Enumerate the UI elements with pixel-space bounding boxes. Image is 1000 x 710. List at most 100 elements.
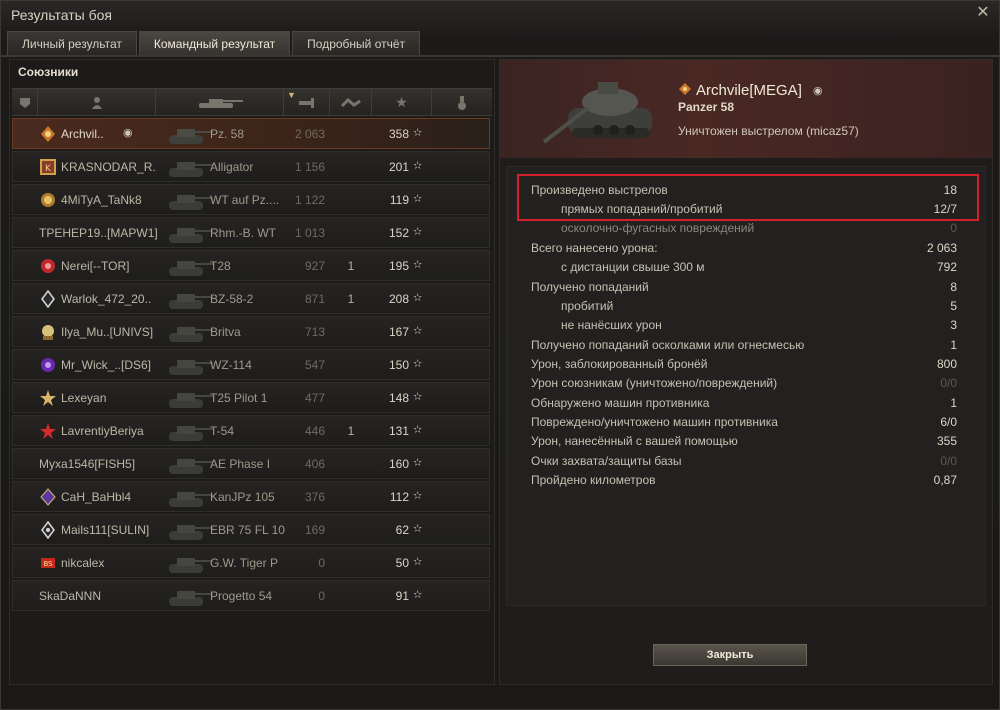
close-icon[interactable]: ✕ xyxy=(975,5,991,21)
sort-squad-column[interactable] xyxy=(12,89,38,116)
shield-icon xyxy=(19,97,30,108)
stat-value: 355 xyxy=(936,434,957,448)
tank-name: Progetto 54 xyxy=(210,589,273,603)
ally-row[interactable]: Myxa1546[FISH5] AE Phase I 406 160 ✫ xyxy=(12,448,490,479)
sort-player-column[interactable] xyxy=(38,89,156,116)
ally-row[interactable]: Mails111[SULIN] EBR 75 FL 10 169 62 ✫ xyxy=(12,514,490,545)
ally-row[interactable]: Lexeyan T25 Pilot 1 477 148 ✫ xyxy=(12,382,490,413)
player-name: Ilya_Mu..[UNIVS] xyxy=(61,325,154,339)
player-name: LavrentiyBeriya xyxy=(61,424,144,438)
eye-icon: ◉ xyxy=(813,85,823,97)
stats-list: Произведено выстрелов 18 прямых попадани… xyxy=(506,166,986,606)
ally-row[interactable]: 4MiTyA_TaNk8 WT auf Pz.... 1 122 119 ✫ xyxy=(12,184,490,215)
stat-label: Пройдено километров xyxy=(531,473,656,487)
stat-label: Очки захвата/защиты базы xyxy=(531,454,682,468)
clan-badge-icon xyxy=(41,126,55,142)
ally-row[interactable]: Archvil.. ◉ Pz. 58 2 063 358 ✫ xyxy=(12,118,490,149)
xp-value: 167 xyxy=(388,325,409,339)
stat-label: прямых попаданий/пробитий xyxy=(561,202,723,216)
stat-blocked-damage: Урон, заблокированный бронёй 800 xyxy=(531,355,957,374)
stat-total-damage: Всего нанесено урона: 2 063 xyxy=(531,239,957,258)
player-name: Mails111[SULIN] xyxy=(61,523,150,537)
damage-value: 169 xyxy=(304,523,325,537)
stat-label: Получено попаданий xyxy=(531,280,649,294)
ally-row[interactable]: Nerei[--TOR] T28 927 1 195 ✫ xyxy=(12,250,490,281)
ally-row[interactable]: SkaDaNNN Progetto 54 0 91 ✫ xyxy=(12,580,490,611)
xp-value: 160 xyxy=(388,457,409,471)
medal-icon xyxy=(458,95,466,110)
player-name: CaH_BaHbl4 xyxy=(61,490,132,504)
stat-value: 792 xyxy=(936,260,957,274)
ally-row[interactable]: Mr_Wick_..[DS6] WZ-114 547 150 ✫ xyxy=(12,349,490,380)
window-title: Результаты боя xyxy=(11,7,113,23)
tank-thumbnail xyxy=(169,129,213,144)
stat-he-damage: осколочно-фугасных повреждений 0 xyxy=(531,219,957,238)
sort-kills-column[interactable] xyxy=(330,89,372,116)
tank-thumbnail xyxy=(169,162,213,177)
sort-xp-column[interactable]: ★ xyxy=(372,89,432,116)
tank-name: WZ-114 xyxy=(210,358,252,372)
xp-value: 150 xyxy=(388,358,409,372)
player-name: nikcalex xyxy=(61,556,105,570)
clan-badge-icon xyxy=(41,521,55,539)
tank-name: T28 xyxy=(210,259,231,273)
ally-row[interactable]: LavrentiyBeriya T-54 446 1 131 ✫ xyxy=(12,415,490,446)
destroyed-tank-icon xyxy=(340,97,361,107)
tank-thumbnail xyxy=(169,195,213,210)
damage-value: 547 xyxy=(304,358,325,372)
kills-value: 1 xyxy=(347,292,355,306)
sort-medal-column[interactable] xyxy=(432,89,492,116)
stat-hits-received: Получено попаданий 8 xyxy=(531,278,957,297)
stat-value: 8 xyxy=(950,280,957,294)
damage-value: 871 xyxy=(304,292,325,306)
xp-value: 112 xyxy=(389,490,409,504)
stat-label: Урон, заблокированный бронёй xyxy=(531,357,708,371)
clan-badge-icon xyxy=(41,290,55,308)
damage-value: 1 156 xyxy=(294,160,325,174)
tank-name: T-54 xyxy=(210,424,235,438)
tab-detailed-report[interactable]: Подробный отчёт xyxy=(292,31,421,55)
clan-badge-icon xyxy=(40,390,56,406)
tank-name: KanJPz 105 xyxy=(210,490,275,504)
tank-thumbnail xyxy=(169,558,213,573)
ally-row[interactable]: K KRASNODAR_R.. Alligator 1 156 201 ✫ xyxy=(12,151,490,182)
tab-team-result[interactable]: Командный результат xyxy=(138,31,291,55)
stat-no-damage-hits: не нанёсших урон 3 xyxy=(531,316,957,335)
ally-row[interactable]: ТРЕНЕР19..[MAPW1] Rhm.-B. WT 1 013 152 ✫ xyxy=(12,217,490,248)
tank-name: Britva xyxy=(210,325,241,339)
stat-value: 0/0 xyxy=(940,454,957,468)
allies-panel: Союзники ▼ ★ Archvil.. ◉ Pz. 58 2 063 35… xyxy=(9,59,495,685)
damage-value: 477 xyxy=(304,391,325,405)
ally-row[interactable]: Warlok_472_20.. BZ-58-2 871 1 208 ✫ xyxy=(12,283,490,314)
tank-name: AE Phase I xyxy=(210,457,271,471)
star-icon: ✫ xyxy=(413,424,423,436)
allies-label: Союзники xyxy=(18,65,79,79)
battle-results-window: Результаты боя ✕ Личный результат Команд… xyxy=(0,0,1000,710)
sort-vehicle-column[interactable] xyxy=(156,89,284,116)
clan-badge-icon xyxy=(40,488,56,506)
ally-row[interactable]: BS nikcalex G.W. Tiger P 0 50 ✫ xyxy=(12,547,490,578)
tab-personal-result[interactable]: Личный результат xyxy=(7,31,137,55)
stat-value: 1 xyxy=(950,338,957,352)
stat-label: осколочно-фугасных повреждений xyxy=(561,221,755,235)
xp-value: 195 xyxy=(388,259,409,273)
eye-icon: ◉ xyxy=(123,127,133,139)
clan-badge-icon xyxy=(41,193,55,207)
xp-value: 148 xyxy=(388,391,409,405)
stat-label: с дистанции свыше 300 м xyxy=(561,260,705,274)
clan-badge-icon: K xyxy=(40,159,56,175)
ally-row[interactable]: Ilya_Mu..[UNIVS] Britva 713 167 ✫ xyxy=(12,316,490,347)
titlebar: Результаты боя ✕ xyxy=(1,1,1000,29)
damage-value: 1 013 xyxy=(294,226,325,240)
stat-label: Получено попаданий осколками или огнесме… xyxy=(531,338,805,352)
ally-row[interactable]: CaH_BaHbl4 KanJPz 105 376 112 ✫ xyxy=(12,481,490,512)
sort-damage-column[interactable]: ▼ xyxy=(284,89,330,116)
stat-value: 2 063 xyxy=(926,241,957,255)
player-name: Lexeyan xyxy=(61,391,107,405)
player-detail-panel: Archvile[MEGA] ◉ Panzer 58 Уничтожен выс… xyxy=(499,59,993,685)
damage-value: 0 xyxy=(318,589,325,603)
player-icon xyxy=(91,97,102,109)
close-button[interactable]: Закрыть xyxy=(653,644,807,666)
tank-name: Alligator xyxy=(210,160,254,174)
svg-text:BS: BS xyxy=(43,560,53,568)
